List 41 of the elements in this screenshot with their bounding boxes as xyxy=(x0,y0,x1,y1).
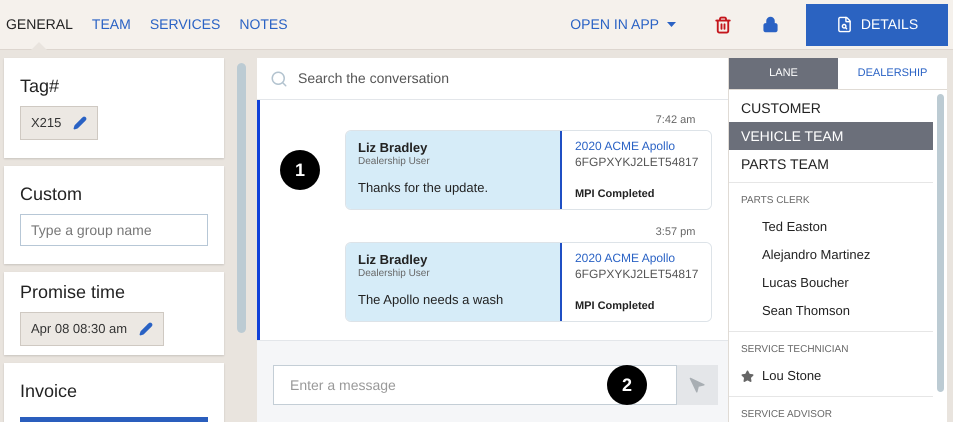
message-time: 3:57 pm xyxy=(656,225,696,240)
vehicle-link[interactable]: 2020 ACME Apollo xyxy=(575,138,698,154)
sender-name: Liz Bradley xyxy=(358,140,428,156)
member-name[interactable]: Sean Thomson xyxy=(762,301,850,321)
nav-tab[interactable]: TEAM xyxy=(92,0,131,49)
open-in-app-button[interactable]: OPEN IN APP xyxy=(570,14,676,35)
nav-tab[interactable]: NOTES xyxy=(239,0,288,49)
group-heading: SERVICE TECHNICIAN xyxy=(740,343,850,357)
member-name[interactable]: Lou Stone xyxy=(762,366,822,386)
card-title: Promise time xyxy=(20,281,126,304)
search-field[interactable]: Search the conversation xyxy=(298,68,728,89)
card-title: Tag# xyxy=(20,75,60,98)
nav-tab[interactable]: SERVICES xyxy=(150,0,220,49)
details-button[interactable]: DETAILS xyxy=(806,4,948,46)
vehicle-link[interactable]: 2020 ACME Apollo xyxy=(575,250,698,266)
team-item[interactable]: VEHICLE TEAM xyxy=(729,122,933,150)
sender-name: Liz Bradley xyxy=(358,252,428,268)
status-text: MPI Completed xyxy=(575,298,656,314)
card-title: Custom xyxy=(20,183,84,206)
group-name-field[interactable]: Type a group name xyxy=(20,214,208,246)
nav-tab[interactable]: GENERAL xyxy=(6,0,73,49)
value-chip[interactable]: Apr 08 08:30 am xyxy=(20,312,164,346)
team-item[interactable]: CUSTOMER xyxy=(729,94,933,122)
sender-role: Dealership User xyxy=(358,156,431,168)
message-text: Thanks for the update. xyxy=(358,179,490,197)
card-title: Invoice xyxy=(20,380,78,403)
team-item[interactable]: PARTS TEAM xyxy=(729,150,933,178)
vin-text: 6FGPXYKJ2LET54817 xyxy=(575,266,698,282)
message-time: 7:42 am xyxy=(656,113,696,128)
group-heading: SERVICE ADVISOR xyxy=(740,408,833,422)
value-chip[interactable]: X215 xyxy=(20,106,98,140)
vin-text: 6FGPXYKJ2LET54817 xyxy=(575,154,698,170)
member-name[interactable]: Ted Easton xyxy=(762,217,828,237)
message-text: The Apollo needs a wash xyxy=(358,291,504,309)
member-name[interactable]: Lucas Boucher xyxy=(762,273,849,293)
panel-tab[interactable]: LANE xyxy=(729,58,838,89)
sender-role: Dealership User xyxy=(358,268,431,280)
status-text: MPI Completed xyxy=(575,186,656,202)
member-name[interactable]: Alejandro Martinez xyxy=(762,245,870,265)
group-heading: PARTS CLERK xyxy=(740,194,811,208)
callout-badge: 1 xyxy=(280,150,320,190)
